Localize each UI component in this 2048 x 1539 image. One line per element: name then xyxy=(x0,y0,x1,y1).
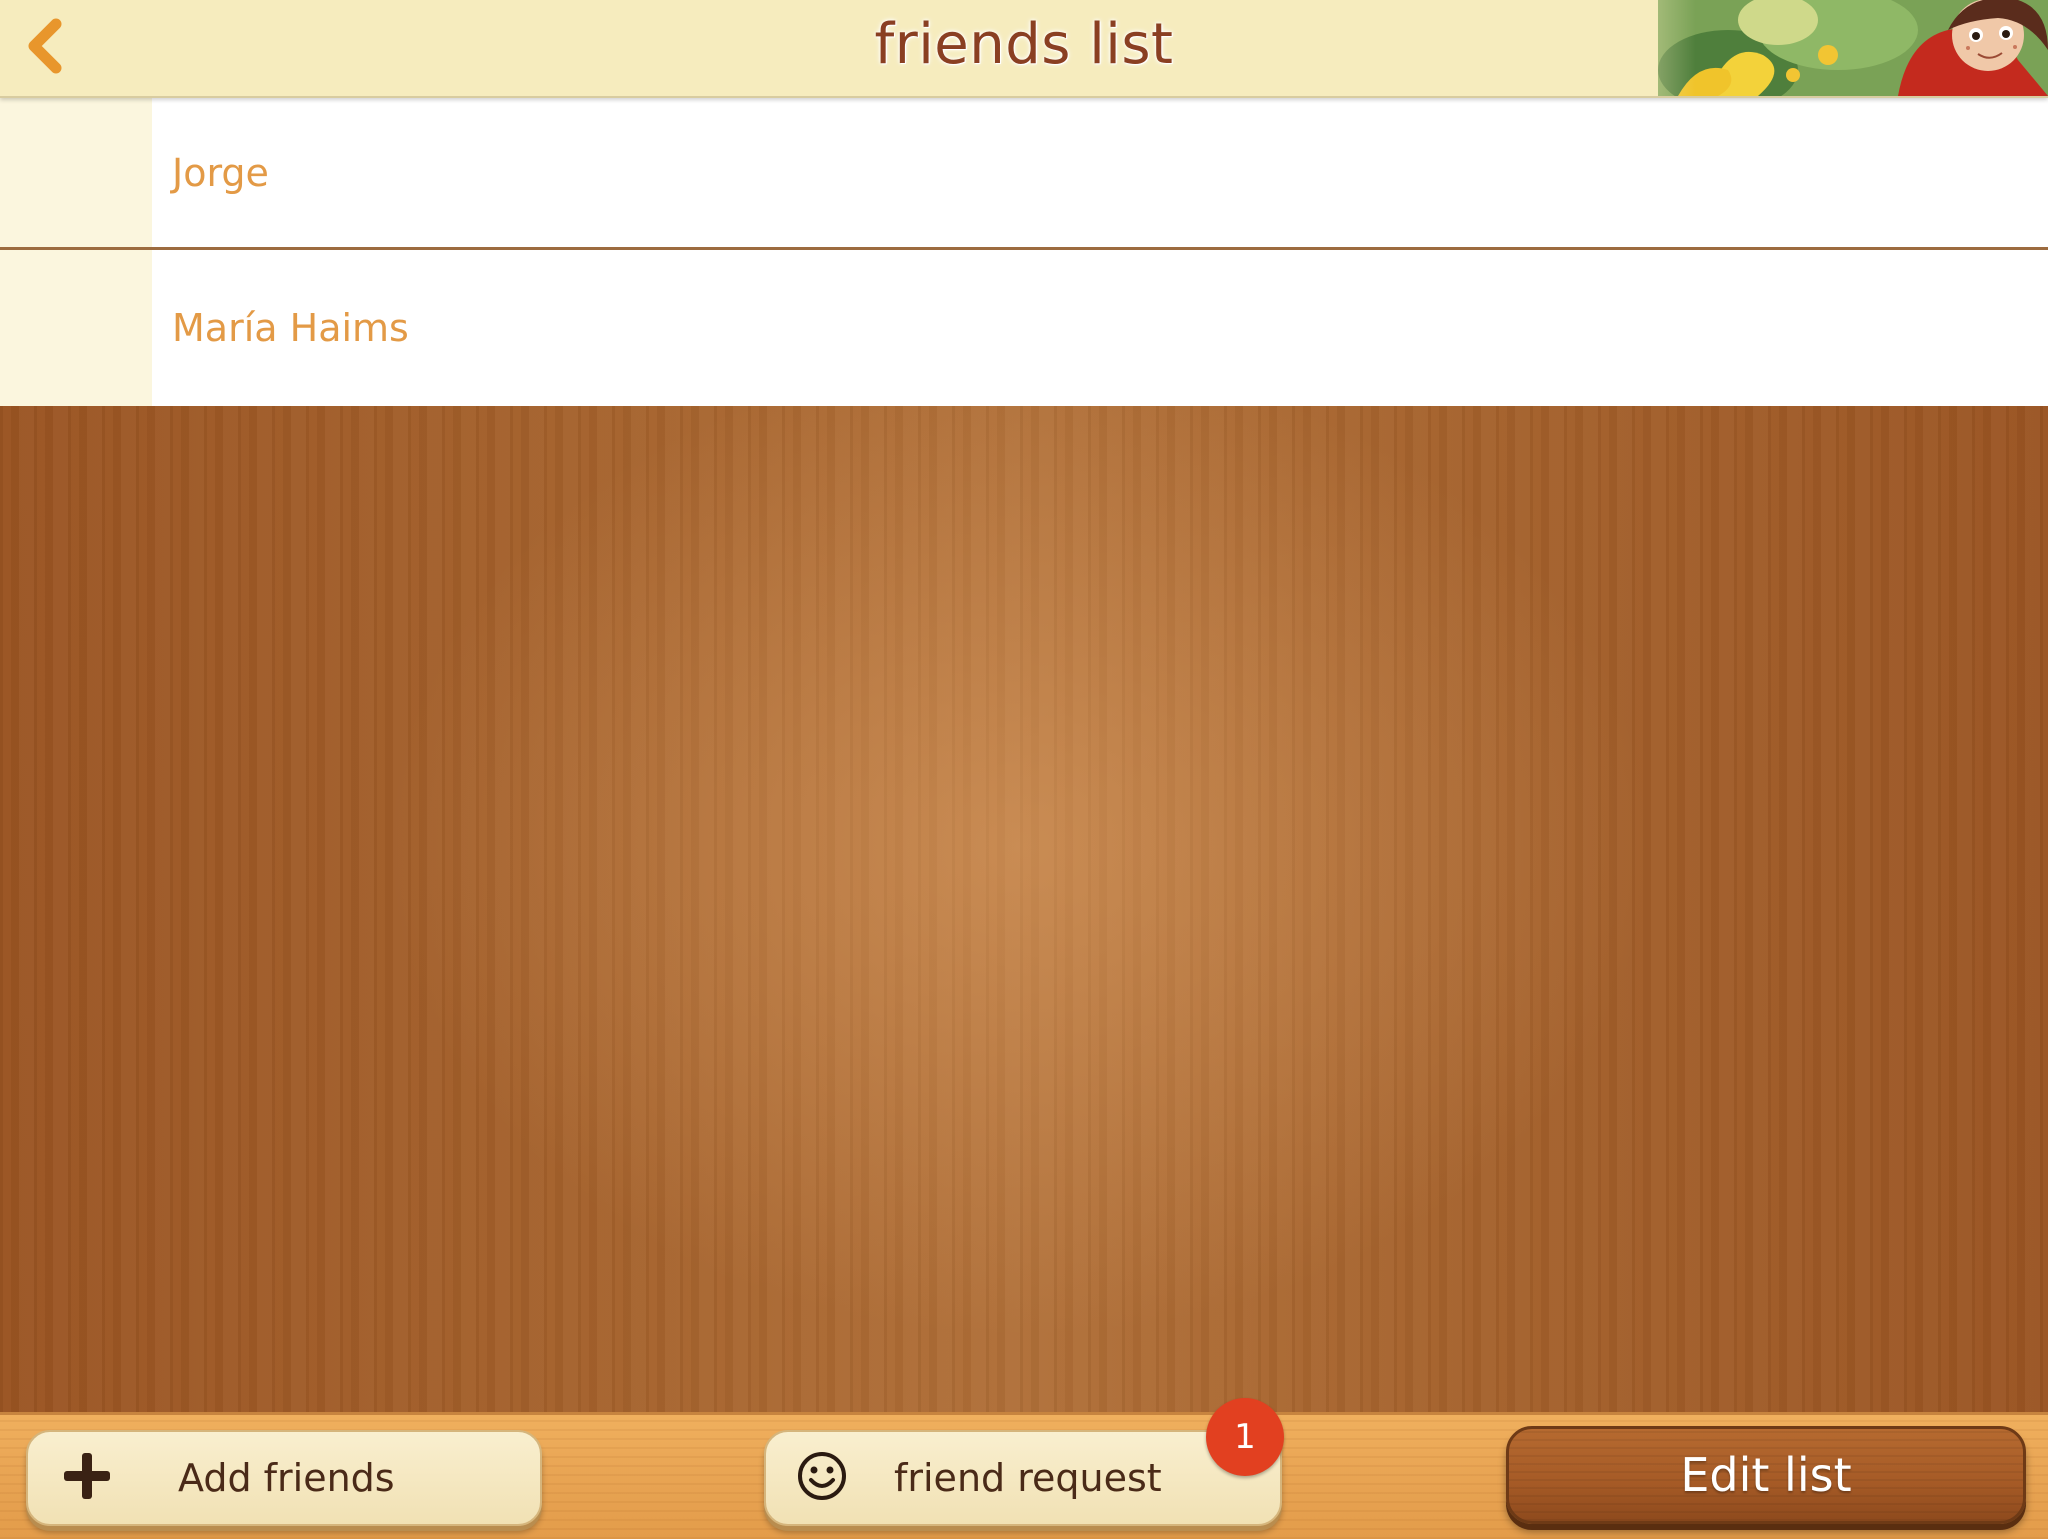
friend-request-badge: 1 xyxy=(1206,1398,1284,1476)
bottom-toolbar: Add friends friend request Edit list xyxy=(0,1412,2048,1539)
smiley-icon xyxy=(796,1450,848,1506)
friend-name: Jorge xyxy=(172,151,269,195)
friends-list: Jorge María Haims xyxy=(0,96,2048,406)
row-gutter xyxy=(0,96,152,250)
wood-background xyxy=(0,406,2048,1412)
friend-row[interactable]: María Haims xyxy=(0,250,2048,406)
header-illustration xyxy=(1578,0,2048,96)
friend-row[interactable]: Jorge xyxy=(0,96,2048,250)
add-friends-label: Add friends xyxy=(178,1456,395,1500)
row-gutter xyxy=(0,250,152,406)
header-bar: friends list xyxy=(0,0,2048,98)
edit-list-button[interactable]: Edit list xyxy=(1506,1426,2026,1524)
friend-name: María Haims xyxy=(172,306,409,350)
edit-list-label: Edit list xyxy=(1680,1448,1852,1502)
friend-request-button[interactable]: friend request xyxy=(764,1430,1282,1526)
friend-request-label: friend request xyxy=(894,1456,1162,1500)
add-friends-button[interactable]: Add friends xyxy=(26,1430,542,1526)
plus-icon xyxy=(60,1449,114,1507)
